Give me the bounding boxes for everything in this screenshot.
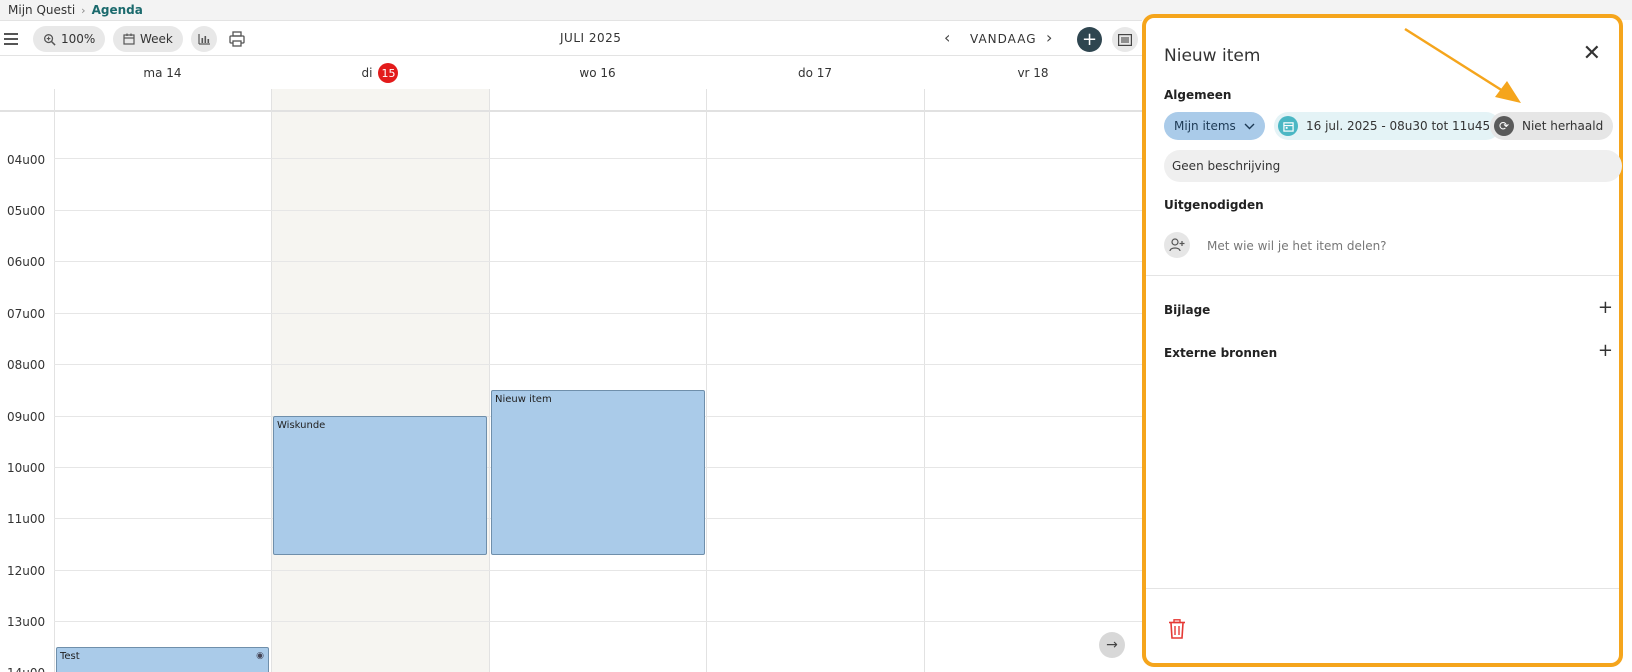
bar-chart-icon (197, 34, 210, 45)
hour-label: 05u00 (7, 204, 46, 218)
calendar-select[interactable]: Mijn items (1164, 112, 1265, 140)
calendar-event[interactable]: Wiskunde (273, 416, 487, 555)
day-header-mon: ma 14 (54, 57, 271, 89)
date-range-chip[interactable]: 16 jul. 2025 - 08u30 tot 11u45 (1274, 112, 1501, 140)
day-label: vr 18 (1017, 66, 1049, 80)
list-view-button[interactable] (1112, 27, 1138, 52)
hour-line (54, 210, 1142, 211)
week-grid[interactable]: 04u00 05u00 06u00 07u00 08u00 09u00 10u0… (0, 89, 1142, 672)
hour-line (54, 570, 1142, 571)
today-button[interactable]: VANDAAG (970, 32, 1037, 46)
add-external-source-icon[interactable]: + (1598, 342, 1613, 360)
calendar-icon (1278, 116, 1298, 136)
eye-icon: ◉ (256, 651, 264, 661)
chevron-down-icon (1244, 123, 1255, 129)
today-badge: 15 (378, 63, 399, 83)
hour-label: 04u00 (7, 153, 46, 167)
calendar-event[interactable]: Nieuw item (491, 390, 705, 555)
hour-line (54, 364, 1142, 365)
day-header-tue: di 15 (271, 57, 489, 89)
repeat-value: Niet herhaald (1522, 119, 1604, 133)
repeat-chip[interactable]: ⟳ Niet herhaald (1490, 112, 1614, 140)
day-header-fri: vr 18 (924, 57, 1142, 89)
chevron-left-icon[interactable]: ‹ (944, 28, 950, 47)
hour-label: 08u00 (7, 358, 46, 372)
all-day-divider (0, 110, 1142, 112)
section-label-invitees: Uitgenodigden (1164, 198, 1264, 212)
hour-line (54, 158, 1142, 159)
calendar-event[interactable]: Test ◉ (56, 647, 269, 672)
stats-button[interactable] (191, 26, 217, 52)
section-label-external: Externe bronnen (1164, 346, 1278, 360)
hour-label: 12u00 (7, 564, 46, 578)
column-divider (924, 89, 925, 672)
hour-label: 13u00 (7, 615, 46, 629)
current-month-label: JULI 2025 (560, 31, 622, 45)
new-item-panel: Nieuw item ✕ Algemeen Mijn items 16 jul.… (1142, 14, 1623, 667)
hour-label: 11u00 (7, 512, 46, 526)
breadcrumb-parent-link[interactable]: Mijn Questi (8, 3, 75, 17)
footer-divider (1146, 588, 1619, 589)
add-person-icon[interactable] (1164, 232, 1190, 258)
hour-line (54, 621, 1142, 622)
event-title: Nieuw item (495, 394, 552, 405)
invitees-input[interactable]: Met wie wil je het item delen? (1207, 239, 1387, 253)
zoom-icon (44, 33, 56, 46)
section-divider (1146, 275, 1619, 276)
description-field[interactable]: Geen beschrijving (1164, 150, 1622, 182)
menu-icon[interactable] (4, 30, 20, 46)
column-divider (54, 89, 55, 672)
print-icon[interactable] (228, 30, 246, 48)
list-icon (1118, 33, 1132, 46)
arrow-right-icon: → (1106, 637, 1118, 653)
day-header-thu: do 17 (706, 57, 924, 89)
add-attachment-icon[interactable]: + (1598, 299, 1613, 317)
section-label-attachment: Bijlage (1164, 303, 1211, 317)
event-title: Test (60, 651, 80, 662)
trash-icon[interactable] (1168, 619, 1186, 639)
calendar-toolbar: 100% Week JULI 2025 ‹ VANDAAG › + (0, 20, 1142, 56)
event-title: Wiskunde (277, 420, 326, 431)
hour-label: 09u00 (7, 410, 46, 424)
day-header-wed: wo 16 (489, 57, 706, 89)
day-label: do 17 (797, 66, 833, 80)
calendar-icon (123, 33, 135, 45)
date-range-value: 16 jul. 2025 - 08u30 tot 11u45 (1306, 119, 1491, 133)
hour-label: 06u00 (7, 255, 46, 269)
description-placeholder: Geen beschrijving (1172, 159, 1281, 173)
zoom-button[interactable]: 100% (33, 26, 106, 52)
hour-label: 14u00 (7, 666, 45, 672)
close-icon[interactable]: ✕ (1583, 43, 1601, 65)
column-divider (706, 89, 707, 672)
hour-label: 10u00 (7, 461, 46, 475)
zoom-level: 100% (61, 32, 96, 46)
view-label: Week (140, 32, 173, 46)
hour-line (54, 261, 1142, 262)
column-divider (271, 89, 272, 672)
breadcrumb-current: Agenda (91, 3, 143, 17)
today-column-highlight (271, 89, 489, 672)
repeat-icon: ⟳ (1494, 116, 1514, 136)
day-label: wo 16 (579, 66, 616, 80)
day-label: ma 14 (143, 66, 182, 80)
day-label: di (361, 66, 373, 80)
hour-label: 07u00 (7, 307, 46, 321)
panel-title: Nieuw item (1164, 46, 1261, 66)
chevron-right-icon[interactable]: › (1046, 28, 1052, 47)
chevron-right-icon: › (81, 3, 86, 17)
view-select-button[interactable]: Week (113, 26, 183, 52)
calendar-select-value: Mijn items (1174, 119, 1236, 133)
column-divider (489, 89, 490, 672)
arrow-right-button[interactable]: → (1099, 632, 1125, 658)
hour-line (54, 313, 1142, 314)
add-item-button[interactable]: + (1077, 27, 1102, 52)
plus-icon: + (1081, 28, 1098, 50)
section-label-general: Algemeen (1164, 88, 1232, 102)
